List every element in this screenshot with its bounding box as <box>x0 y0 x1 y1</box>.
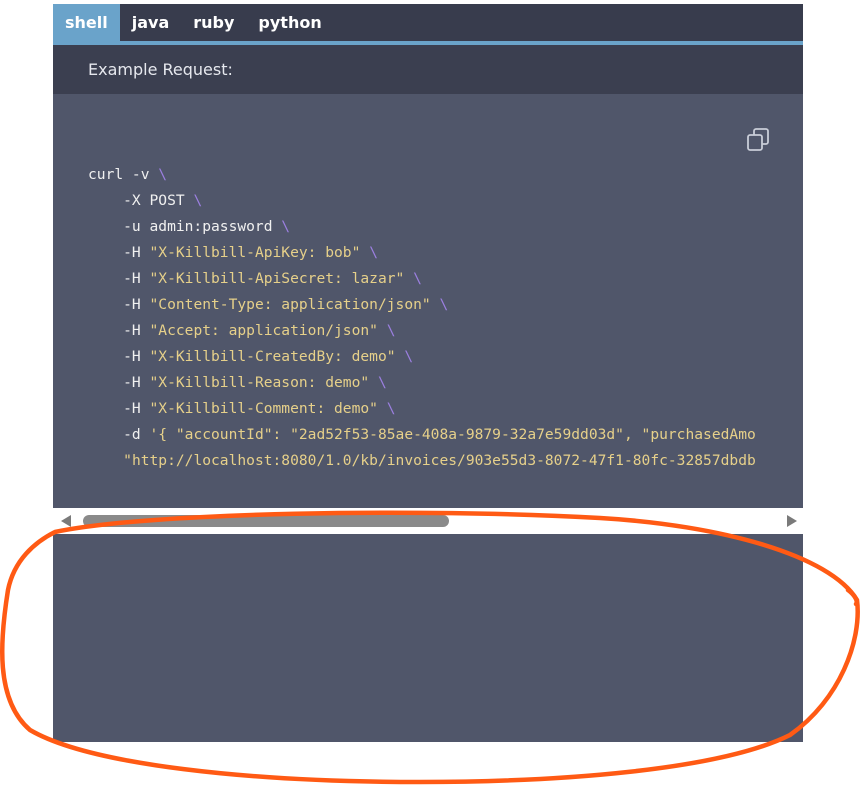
code-line-continuation: \ <box>413 270 422 287</box>
code-text: -u admin:password <box>88 218 282 235</box>
code-line: -H "Accept: application/json" \ <box>88 322 396 339</box>
code-line-continuation: \ <box>386 400 396 417</box>
code-text: -H <box>88 270 150 287</box>
code-line-continuation: \ <box>404 348 414 365</box>
code-line: -H "X-Killbill-CreatedBy: demo" \ <box>88 348 413 365</box>
code-line: -H "X-Killbill-ApiSecret: lazar" \ <box>88 270 422 287</box>
code-string: "X-Killbill-Comment: demo" <box>149 400 378 417</box>
code-line: curl -v \ <box>88 166 167 183</box>
scroll-right-arrow-icon[interactable] <box>787 515 797 527</box>
code-line-continuation: \ <box>377 374 387 391</box>
scroll-left-arrow-icon[interactable] <box>61 515 71 527</box>
code-line: -H "Content-Type: application/json" \ <box>88 296 448 313</box>
code-line-continuation: \ <box>158 166 168 183</box>
tab-java[interactable]: java <box>120 4 182 41</box>
example-request-label: Example Request: <box>88 60 233 79</box>
scrollbar-thumb[interactable] <box>83 515 449 527</box>
code-line: -u admin:password \ <box>88 218 290 235</box>
code-block: curl -v \ -X POST \ -u admin:password \ … <box>53 94 803 508</box>
code-line-continuation: \ <box>369 244 378 261</box>
scrollbar-track[interactable] <box>79 515 783 527</box>
code-string: "Accept: application/json" <box>149 322 378 339</box>
example-request-header: Example Request: <box>53 45 803 94</box>
code-string: "X-Killbill-CreatedBy: demo" <box>149 348 396 365</box>
code-line-continuation: \ <box>439 296 449 313</box>
code-text: -H <box>88 296 150 313</box>
code-string: "X-Killbill-ApiSecret: lazar" <box>149 270 405 287</box>
code-line-continuation: \ <box>281 218 291 235</box>
code-text: -H <box>88 348 150 365</box>
code-line: -H "X-Killbill-Reason: demo" \ <box>88 374 387 391</box>
tab-ruby[interactable]: ruby <box>181 4 246 41</box>
horizontal-scrollbar[interactable] <box>53 508 803 534</box>
curl-command-code: curl -v \ -X POST \ -u admin:password \ … <box>88 162 756 474</box>
code-text: -H <box>88 322 150 339</box>
code-string: "X-Killbill-ApiKey: bob" <box>149 244 361 261</box>
code-line: -H "X-Killbill-Comment: demo" \ <box>88 400 396 417</box>
tab-python[interactable]: python <box>246 4 333 41</box>
code-line: -H "X-Killbill-ApiKey: bob" \ <box>88 244 378 261</box>
code-string: '{ "accountId": "2ad52f53-85ae-408a-9879… <box>149 426 756 443</box>
empty-response-area <box>53 534 803 742</box>
code-string: "http://localhost:8080/1.0/kb/invoices/9… <box>123 452 756 469</box>
code-string: "Content-Type: application/json" <box>149 296 431 313</box>
code-text: -H <box>88 400 150 417</box>
language-tabs: shell java ruby python <box>53 4 803 45</box>
code-line-continuation: \ <box>386 322 396 339</box>
code-text: -H <box>88 374 150 391</box>
code-sample-panel: shell java ruby python Example Request: … <box>53 4 803 742</box>
code-text: -X POST <box>88 192 194 209</box>
copy-icon[interactable] <box>745 127 771 153</box>
code-line: -d '{ "accountId": "2ad52f53-85ae-408a-9… <box>88 426 756 443</box>
code-text: curl -v <box>88 166 159 183</box>
code-text: -d <box>88 426 150 443</box>
code-line: "http://localhost:8080/1.0/kb/invoices/9… <box>88 452 756 469</box>
code-text: -H <box>88 244 150 261</box>
code-line: -X POST \ <box>88 192 202 209</box>
code-line-continuation: \ <box>193 192 203 209</box>
code-string: "X-Killbill-Reason: demo" <box>149 374 370 391</box>
tab-shell[interactable]: shell <box>53 4 120 41</box>
